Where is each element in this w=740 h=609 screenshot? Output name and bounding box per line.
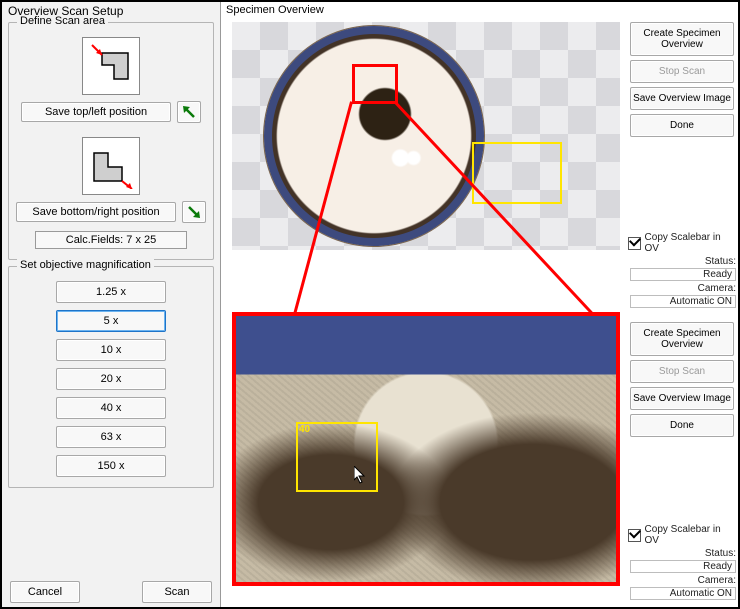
- move-top-left-button[interactable]: [177, 101, 201, 123]
- specimen-thumbnail: [264, 26, 484, 246]
- bottom-button-row: Cancel Scan: [2, 581, 220, 603]
- magnification-group: Set objective magnification 1.25 x 5 x 1…: [8, 266, 214, 488]
- define-scan-area-legend: Define Scan area: [17, 15, 108, 27]
- camera-value: Automatic ON: [630, 295, 736, 308]
- copy-scalebar-label: Copy Scalebar in OV: [645, 232, 734, 254]
- arrow-down-right-icon: [186, 204, 202, 220]
- move-bottom-right-button[interactable]: [182, 201, 206, 223]
- camera-label: Camera:: [628, 283, 736, 294]
- side-controls-top: Create Specimen Overview Stop Scan Save …: [628, 22, 736, 310]
- create-specimen-overview-button[interactable]: Create Specimen Overview: [630, 22, 734, 56]
- status-label: Status:: [628, 256, 736, 267]
- save-top-left-button[interactable]: Save top/left position: [21, 102, 171, 122]
- camera-label-2: Camera:: [628, 575, 736, 586]
- save-overview-image-button[interactable]: Save Overview Image: [630, 87, 734, 110]
- create-specimen-overview-button-2[interactable]: Create Specimen Overview: [630, 322, 734, 356]
- magnification-option-5[interactable]: 63 x: [56, 426, 166, 448]
- calc-fields-readout: Calc.Fields: 7 x 25: [35, 231, 187, 249]
- zoom-viewer[interactable]: 40: [232, 312, 620, 586]
- magnification-option-0[interactable]: 1.25 x: [56, 281, 166, 303]
- magnification-option-1[interactable]: 5 x: [56, 310, 166, 332]
- overview-scan-field-rect[interactable]: [472, 142, 562, 204]
- done-button-2[interactable]: Done: [630, 414, 734, 437]
- done-button[interactable]: Done: [630, 114, 734, 137]
- magnification-option-6[interactable]: 150 x: [56, 455, 166, 477]
- copy-scalebar-checkbox-2[interactable]: [628, 529, 641, 542]
- top-left-corner-icon: [82, 37, 140, 95]
- save-bottom-right-button[interactable]: Save bottom/right position: [16, 202, 176, 222]
- overview-selection-rect[interactable]: [352, 64, 398, 104]
- stop-scan-button-2[interactable]: Stop Scan: [630, 360, 734, 383]
- scan-button[interactable]: Scan: [142, 581, 212, 603]
- magnification-list: 1.25 x 5 x 10 x 20 x 40 x 63 x 150 x: [15, 281, 207, 477]
- magnification-option-2[interactable]: 10 x: [56, 339, 166, 361]
- left-panel: Overview Scan Setup Define Scan area Sav…: [2, 2, 221, 607]
- side-controls-bottom: Create Specimen Overview Stop Scan Save …: [628, 322, 736, 602]
- define-scan-area-group: Define Scan area Save top/left position: [8, 22, 214, 260]
- status-label-2: Status:: [628, 548, 736, 559]
- magnification-option-3[interactable]: 20 x: [56, 368, 166, 390]
- status-block-top: Copy Scalebar in OV Status: Ready Camera…: [628, 232, 736, 310]
- zoom-scan-field-label: 40: [299, 424, 310, 435]
- magnification-option-4[interactable]: 40 x: [56, 397, 166, 419]
- zoom-tissue-image: [236, 316, 616, 582]
- cancel-button[interactable]: Cancel: [10, 581, 80, 603]
- camera-value-2: Automatic ON: [630, 587, 736, 600]
- copy-scalebar-label-2: Copy Scalebar in OV: [645, 524, 734, 546]
- right-area: Specimen Overview 40 Create Specimen Ove…: [222, 2, 738, 607]
- copy-scalebar-checkbox[interactable]: [628, 237, 641, 250]
- mouse-cursor-icon: [354, 466, 366, 484]
- status-value-2: Ready: [630, 560, 736, 573]
- bottom-right-corner-icon: [82, 137, 140, 195]
- app-window: Overview Scan Setup Define Scan area Sav…: [0, 0, 740, 609]
- stop-scan-button[interactable]: Stop Scan: [630, 60, 734, 83]
- status-block-bottom: Copy Scalebar in OV Status: Ready Camera…: [628, 524, 736, 602]
- magnification-legend: Set objective magnification: [17, 259, 154, 271]
- status-value: Ready: [630, 268, 736, 281]
- arrow-up-left-icon: [181, 104, 197, 120]
- save-overview-image-button-2[interactable]: Save Overview Image: [630, 387, 734, 410]
- specimen-overview-title: Specimen Overview: [226, 4, 324, 16]
